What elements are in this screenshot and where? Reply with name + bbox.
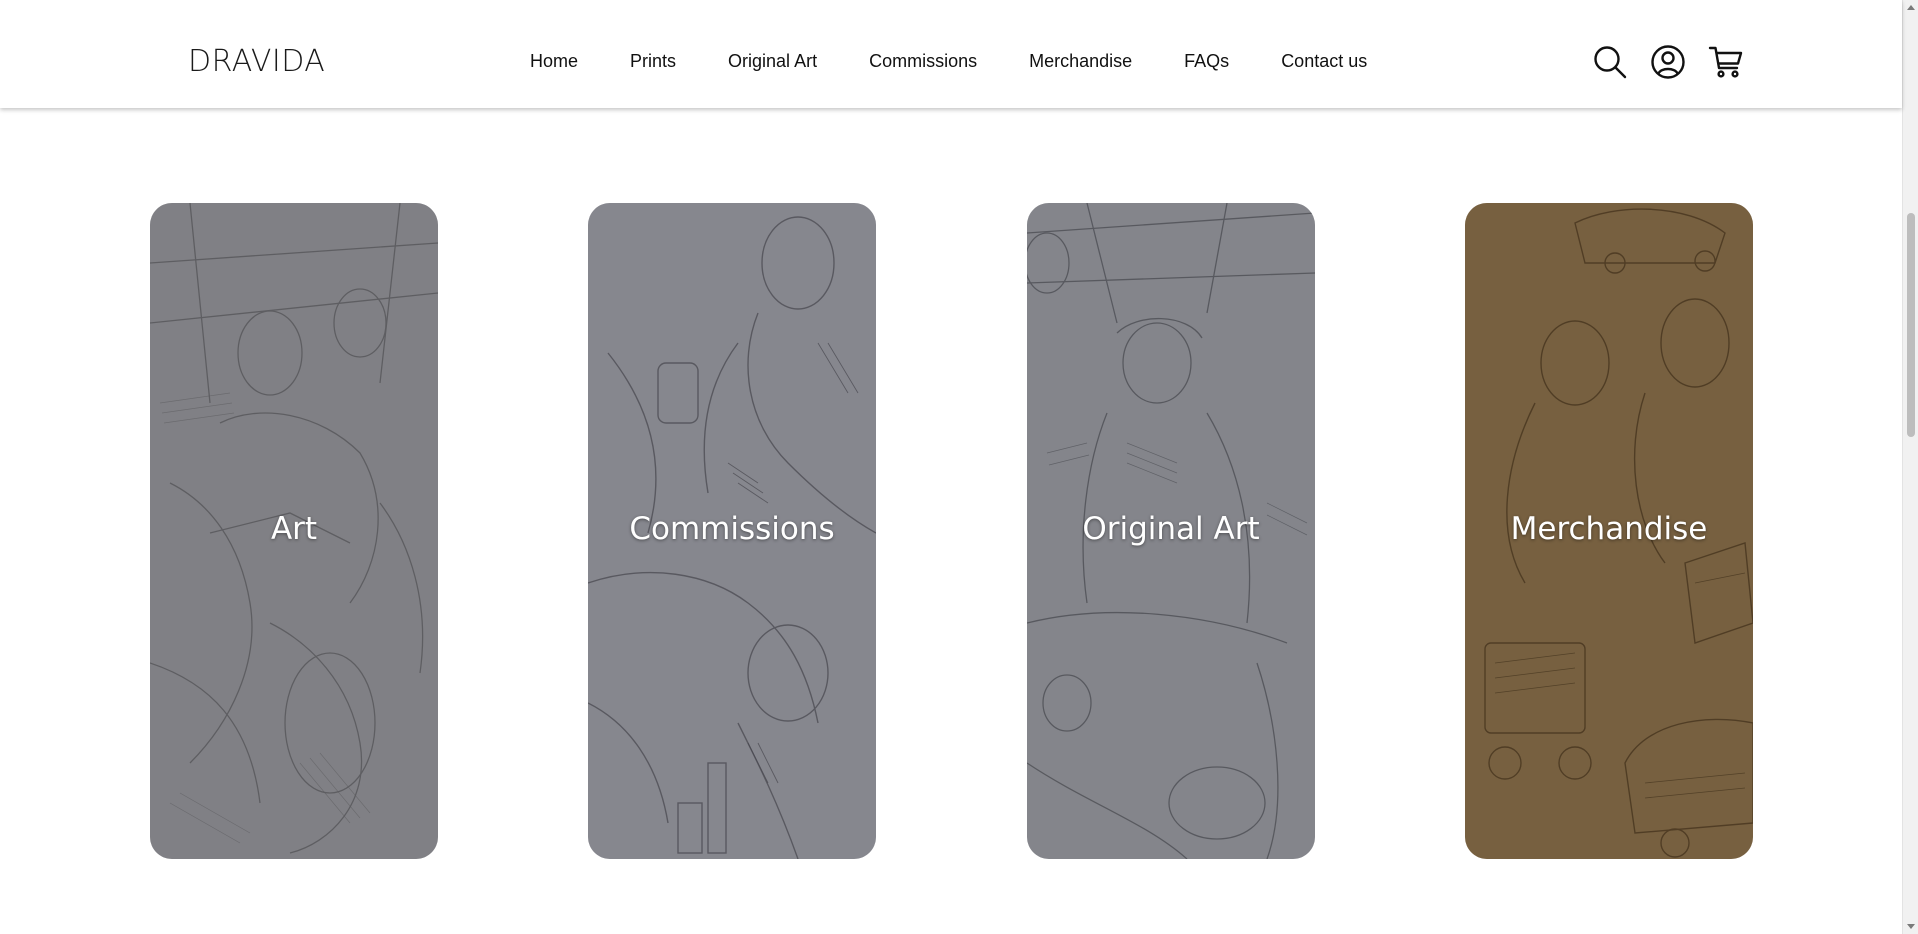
- header-icons: [1592, 44, 1744, 80]
- scrollbar-thumb[interactable]: [1907, 213, 1915, 437]
- site-header: DRAVIDA Home Prints Original Art Commiss…: [0, 0, 1902, 108]
- category-card-original-art[interactable]: Original Art: [1027, 203, 1315, 859]
- category-card-commissions[interactable]: Commissions: [588, 203, 876, 859]
- page: DRAVIDA Home Prints Original Art Commiss…: [0, 0, 1918, 934]
- nav-link-prints[interactable]: Prints: [630, 51, 676, 72]
- nav-link-merchandise[interactable]: Merchandise: [1029, 51, 1132, 72]
- scroll-down-arrow-icon[interactable]: [1907, 924, 1915, 929]
- card-title-commissions: Commissions: [629, 511, 835, 547]
- site-logo[interactable]: DRAVIDA: [188, 42, 325, 82]
- page-scrollbar[interactable]: [1902, 0, 1918, 934]
- nav-link-original-art[interactable]: Original Art: [728, 51, 817, 72]
- category-card-merchandise[interactable]: Merchandise: [1465, 203, 1753, 859]
- card-title-merchandise: Merchandise: [1510, 511, 1708, 547]
- scroll-up-arrow-icon[interactable]: [1907, 5, 1915, 10]
- main-nav: Home Prints Original Art Commissions Mer…: [530, 48, 1367, 74]
- nav-link-commissions[interactable]: Commissions: [869, 51, 977, 72]
- nav-link-home[interactable]: Home: [530, 51, 578, 72]
- category-cards: Art Commissions Original Art Merchandise: [150, 203, 1754, 859]
- search-icon[interactable]: [1592, 44, 1628, 80]
- account-icon[interactable]: [1650, 44, 1686, 80]
- nav-link-contact-us[interactable]: Contact us: [1281, 51, 1367, 72]
- category-card-art[interactable]: Art: [150, 203, 438, 859]
- card-title-original-art: Original Art: [1082, 511, 1260, 547]
- nav-link-faqs[interactable]: FAQs: [1184, 51, 1229, 72]
- card-title-art: Art: [270, 511, 318, 547]
- cart-icon[interactable]: [1708, 44, 1744, 80]
